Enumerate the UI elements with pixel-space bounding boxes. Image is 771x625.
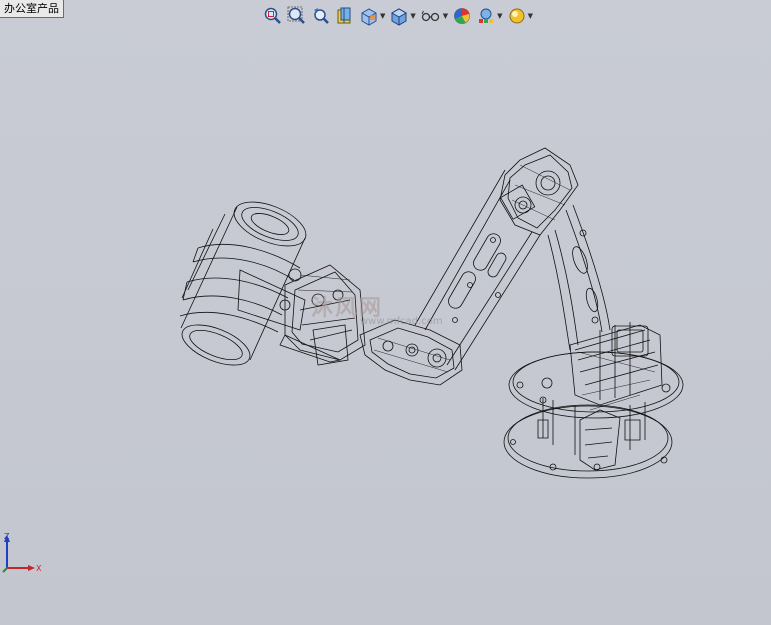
graphics-area[interactable]: 办公室产品 ▼ ▼ ▼ ▼ ▼ 沐风网 www.mfcad.com Z X <box>0 0 771 625</box>
robot-arm-wireframe-model[interactable] <box>0 0 771 625</box>
reference-triad: Z X <box>2 532 42 573</box>
triad-y-axis <box>2 567 8 573</box>
triad-x-arrow <box>28 565 35 571</box>
triad-x-label: X <box>36 564 42 573</box>
watermark-url: www.mfcad.com <box>360 316 443 327</box>
triad-z-label: Z <box>4 532 10 541</box>
